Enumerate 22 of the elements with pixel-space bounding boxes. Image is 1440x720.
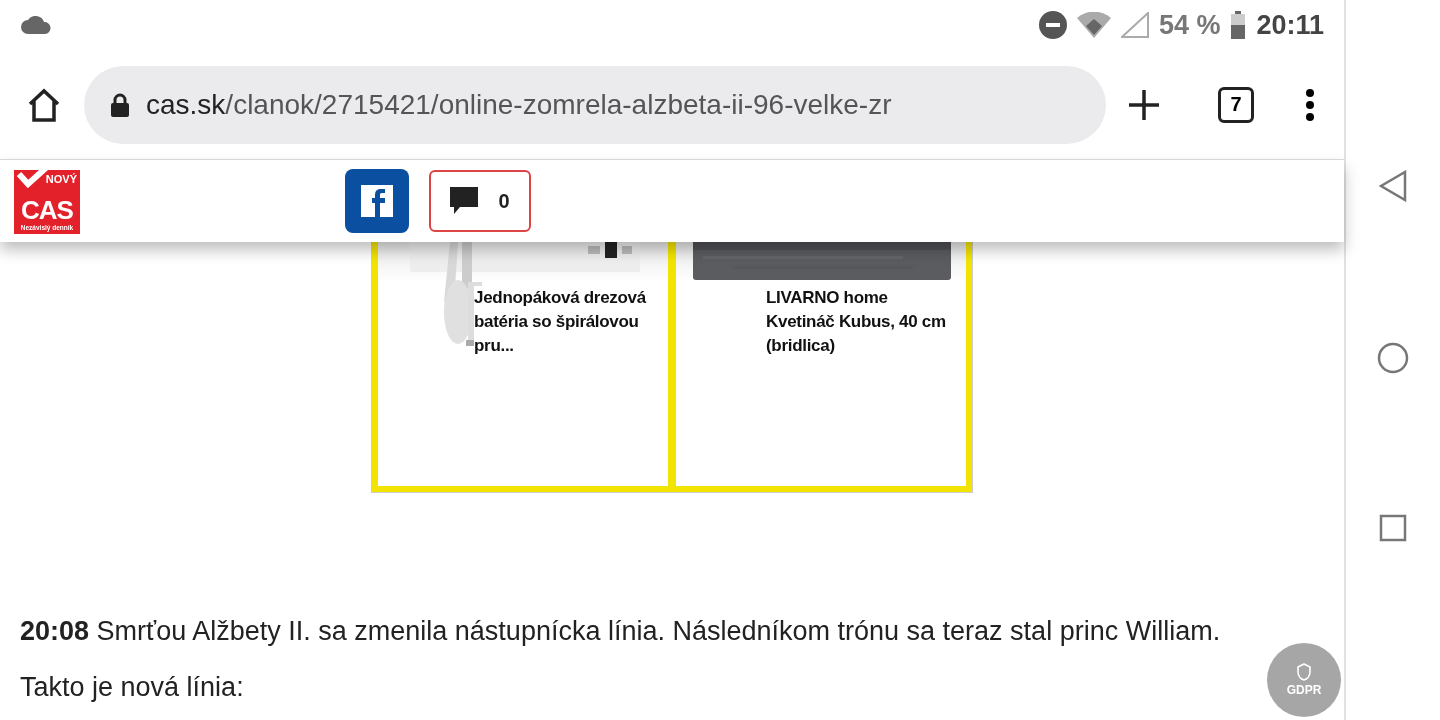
plus-icon[interactable] bbox=[1128, 88, 1160, 121]
clock-time: 20:11 bbox=[1256, 9, 1324, 41]
shield-icon bbox=[1296, 663, 1312, 681]
cloud-icon bbox=[20, 16, 52, 34]
tab-count-button[interactable]: 7 bbox=[1218, 86, 1254, 123]
menu-icon[interactable] bbox=[1306, 88, 1314, 121]
facebook-icon bbox=[361, 185, 393, 217]
do-not-disturb-icon bbox=[1038, 11, 1067, 39]
home-icon[interactable] bbox=[26, 87, 62, 122]
signal-icon bbox=[1120, 12, 1149, 38]
facebook-button[interactable] bbox=[345, 169, 409, 233]
product-card[interactable]: LIVARNO home Kvetináč Kubus, 40 cm (bridlica) bbox=[668, 242, 966, 486]
lock-icon bbox=[110, 92, 130, 117]
address-bar[interactable]: cas.sk/clanok/2715421/online-zomrela-alzbeta-ii-96-velke-zr bbox=[84, 65, 1106, 144]
article-paragraph: 20:08 Smrťou Alžbety II. sa zmenila nástupnícka línia. Následníkom trónu sa teraz stal princ William. Takto je nová línia: bbox=[20, 615, 1222, 704]
wifi-icon bbox=[1076, 12, 1111, 38]
comment-icon bbox=[450, 187, 479, 215]
back-icon[interactable] bbox=[1379, 170, 1407, 202]
comments-button[interactable]: 0 bbox=[429, 170, 531, 232]
battery-percent: 54 % bbox=[1158, 9, 1221, 41]
battery-icon bbox=[1230, 11, 1247, 39]
recents-icon[interactable] bbox=[1379, 514, 1407, 542]
